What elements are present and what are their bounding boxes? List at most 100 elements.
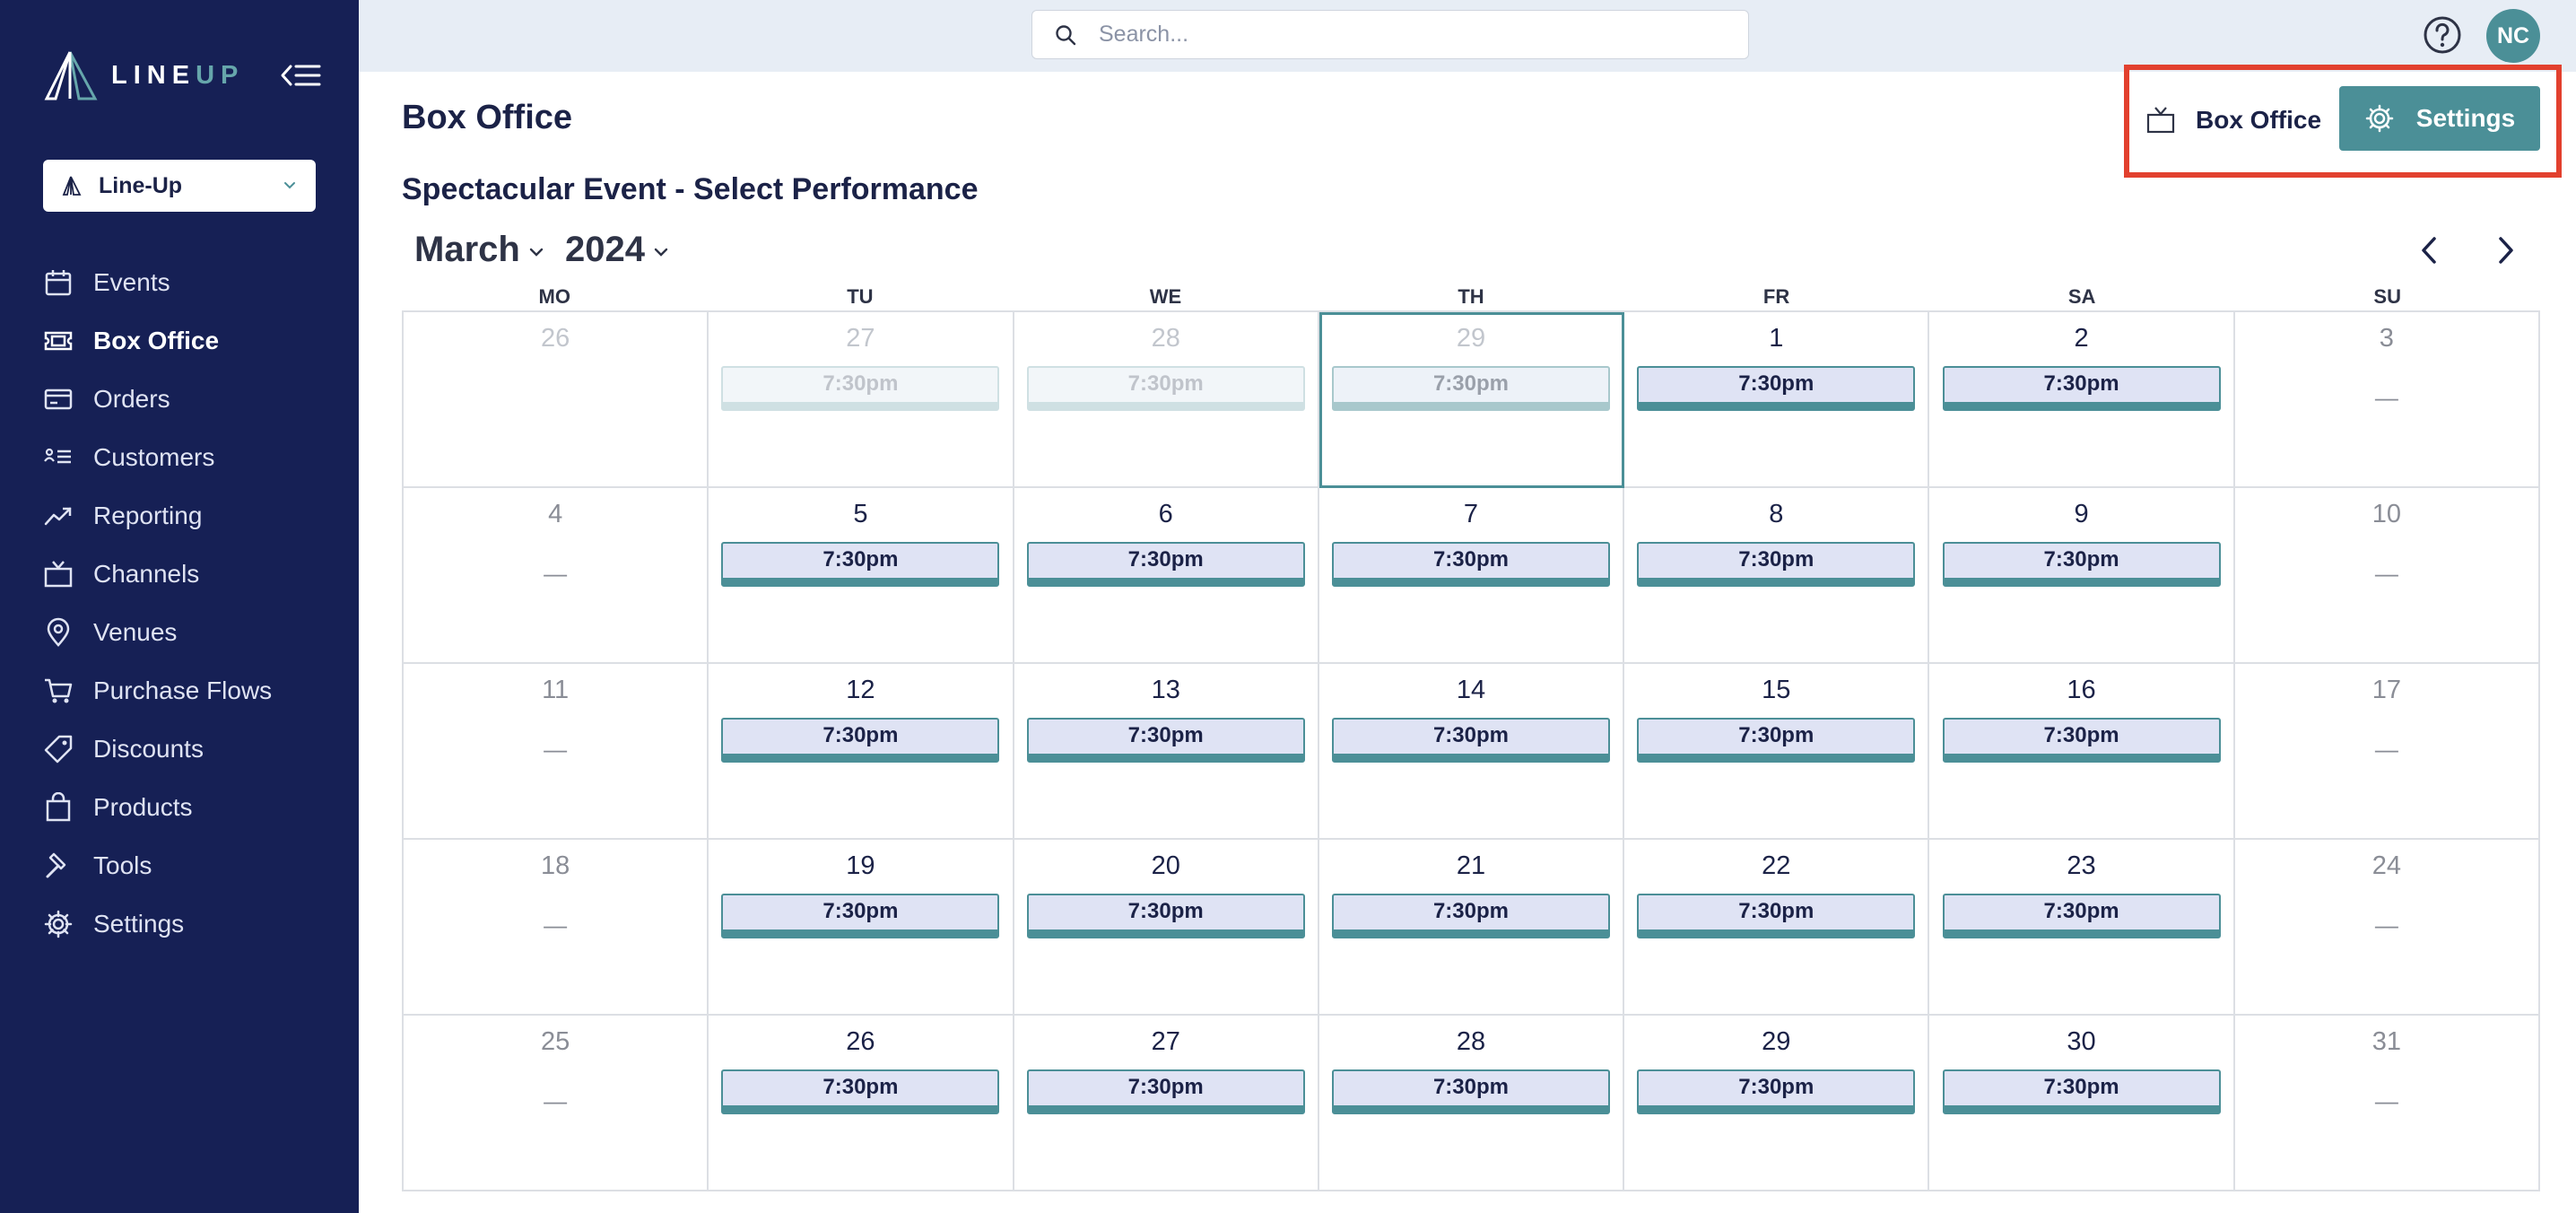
collapse-sidebar-icon[interactable] xyxy=(280,59,321,92)
performance-time-button[interactable]: 7:30pm xyxy=(1026,894,1305,938)
nav-item-tools[interactable]: Tools xyxy=(43,836,339,894)
performance-time-button[interactable]: 7:30pm xyxy=(1026,718,1305,763)
performance-time-button[interactable]: 7:30pm xyxy=(721,366,1000,411)
calendar-day-cell: 13 7:30pm xyxy=(1014,664,1319,840)
day-number: 30 xyxy=(2067,1027,2096,1056)
performance-time-button[interactable]: 7:30pm xyxy=(721,542,1000,587)
nav-item-settings[interactable]: Settings xyxy=(43,894,339,953)
no-performance-dash: — xyxy=(2374,1087,2398,1114)
weekday-header: TU xyxy=(847,285,874,308)
day-number: 19 xyxy=(846,851,875,880)
weekday-header: TH xyxy=(1458,285,1484,308)
day-number: 26 xyxy=(846,1027,875,1056)
nav-item-label: Channels xyxy=(93,559,200,588)
day-number: 29 xyxy=(1762,1027,1791,1056)
calendar-day-cell: 26 7:30pm xyxy=(709,1016,1014,1191)
calendar-day-cell: 27 7:30pm xyxy=(709,312,1014,488)
performance-time-button[interactable]: 7:30pm xyxy=(1637,542,1916,587)
performance-time-button[interactable]: 7:30pm xyxy=(1942,894,2221,938)
nav-item-venues[interactable]: Venues xyxy=(43,603,339,661)
performance-time-button[interactable]: 7:30pm xyxy=(1331,542,1610,587)
credit-card-icon xyxy=(43,384,74,415)
box-office-link[interactable]: Box Office xyxy=(2145,100,2321,140)
day-number: 17 xyxy=(2371,676,2401,704)
chevron-down-icon xyxy=(654,248,668,257)
gear-icon xyxy=(2365,104,2394,133)
performance-time-button[interactable]: 7:30pm xyxy=(1331,718,1610,763)
map-pin-icon xyxy=(43,617,74,648)
page-title: Box Office xyxy=(402,99,573,136)
lineup-logo-icon xyxy=(44,51,98,100)
performance-time-button[interactable]: 7:30pm xyxy=(1026,366,1305,411)
ticket-icon xyxy=(43,326,74,356)
nav-item-reporting[interactable]: Reporting xyxy=(43,486,339,545)
performance-time-button[interactable]: 7:30pm xyxy=(1637,1069,1916,1114)
nav-item-box-office[interactable]: Box Office xyxy=(43,311,339,370)
day-number: 3 xyxy=(2379,324,2394,353)
brand-logo-main: LINE xyxy=(111,61,196,90)
day-number: 28 xyxy=(1456,1027,1486,1056)
performance-time-button[interactable]: 7:30pm xyxy=(1637,366,1916,411)
performance-time-button[interactable]: 7:30pm xyxy=(1942,718,2221,763)
chevron-down-icon xyxy=(284,182,295,189)
nav-item-purchase-flows[interactable]: Purchase Flows xyxy=(43,661,339,720)
performance-time-button[interactable]: 7:30pm xyxy=(1026,1069,1305,1114)
nav-item-customers[interactable]: Customers xyxy=(43,428,339,486)
performance-time-button[interactable]: 7:30pm xyxy=(721,894,1000,938)
nav-item-label: Products xyxy=(93,792,193,821)
settings-button[interactable]: Settings xyxy=(2339,86,2540,151)
user-avatar[interactable]: NC xyxy=(2486,9,2540,63)
cart-icon xyxy=(43,676,74,706)
day-number: 12 xyxy=(846,676,875,704)
nav-item-events[interactable]: Events xyxy=(43,253,339,311)
month-dropdown[interactable]: March xyxy=(414,227,545,272)
organization-selector[interactable]: Line-Up xyxy=(43,160,316,212)
day-number: 10 xyxy=(2371,500,2401,528)
nav-item-orders[interactable]: Orders xyxy=(43,370,339,428)
previous-month-icon[interactable] xyxy=(2409,230,2450,271)
calendar-day-cell: 7 7:30pm xyxy=(1318,488,1625,664)
weekday-header: FR xyxy=(1762,285,1790,308)
next-month-icon[interactable] xyxy=(2485,230,2526,271)
organization-label: Line-Up xyxy=(99,172,183,198)
no-performance-dash: — xyxy=(2374,384,2398,411)
brand-logo-text: LINEUP xyxy=(111,61,244,91)
performance-time-button[interactable]: 7:30pm xyxy=(1331,366,1610,411)
nav-item-label: Customers xyxy=(93,442,215,471)
box-office-link-label: Box Office xyxy=(2196,106,2322,134)
main-content: Box Office Box Office Settings Spectacul… xyxy=(359,65,2576,1213)
nav-item-products[interactable]: Products xyxy=(43,778,339,836)
performance-time-button[interactable]: 7:30pm xyxy=(1637,718,1916,763)
nav-item-discounts[interactable]: Discounts xyxy=(43,720,339,778)
day-number: 2 xyxy=(2074,324,2089,353)
performance-time-button[interactable]: 7:30pm xyxy=(1942,366,2221,411)
help-icon[interactable] xyxy=(2422,14,2463,56)
calendar-day-cell: 19 7:30pm xyxy=(709,840,1014,1016)
day-number: 8 xyxy=(1769,500,1784,528)
performance-time-button[interactable]: 7:30pm xyxy=(1331,894,1610,938)
day-number: 18 xyxy=(541,851,570,880)
calendar-day-cell: 8 7:30pm xyxy=(1624,488,1930,664)
day-number: 27 xyxy=(846,324,875,353)
performance-time-button[interactable]: 7:30pm xyxy=(1331,1069,1610,1114)
tag-icon xyxy=(43,734,74,764)
no-performance-dash: — xyxy=(544,1087,568,1114)
chevron-down-icon xyxy=(529,248,544,257)
day-number: 11 xyxy=(542,676,570,704)
performance-time-button[interactable]: 7:30pm xyxy=(1942,542,2221,587)
calendar-day-cell: 2 7:30pm xyxy=(1929,312,2235,488)
performance-time-button[interactable]: 7:30pm xyxy=(1942,1069,2221,1114)
day-number: 31 xyxy=(2371,1027,2401,1056)
performance-time-button[interactable]: 7:30pm xyxy=(1026,542,1305,587)
search-input[interactable] xyxy=(1099,22,1709,48)
no-performance-dash: — xyxy=(2374,560,2398,587)
calendar-day-cell: 21 7:30pm xyxy=(1318,840,1625,1016)
main-navigation: Events Box Office Orders Customers Repor… xyxy=(43,253,339,953)
performance-time-button[interactable]: 7:30pm xyxy=(1637,894,1916,938)
nav-item-channels[interactable]: Channels xyxy=(43,545,339,603)
year-dropdown[interactable]: 2024 xyxy=(565,227,670,272)
calendar-day-cell: 27 7:30pm xyxy=(1014,1016,1319,1191)
performance-time-button[interactable]: 7:30pm xyxy=(721,1069,1000,1114)
performance-time-button[interactable]: 7:30pm xyxy=(721,718,1000,763)
day-number: 22 xyxy=(1762,851,1791,880)
